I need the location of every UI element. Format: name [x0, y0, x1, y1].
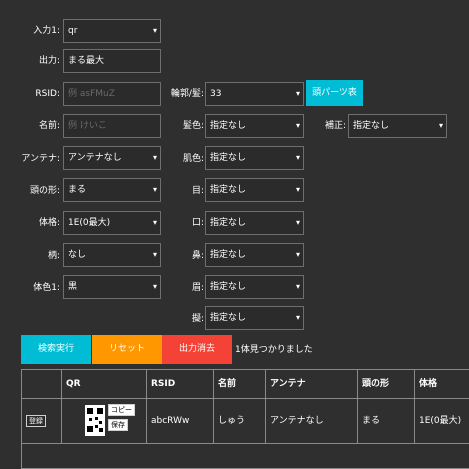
head-shape-value: まる — [68, 185, 87, 195]
correction-label: 補正: — [324, 121, 346, 131]
outline-label: 輪郭/髪: — [170, 89, 204, 99]
name-input[interactable]: 例 けいこ — [63, 114, 161, 138]
qr-actions: コピー 保存 — [108, 404, 135, 431]
skin-color-label: 肌色: — [182, 154, 204, 164]
skin-color-value: 指定なし — [210, 153, 247, 163]
chevron-down-icon: ▾ — [152, 282, 157, 291]
body-label: 体格: — [38, 218, 60, 228]
antenna-value: アンテナなし — [68, 153, 122, 163]
eyebrow-value: 指定なし — [210, 282, 247, 292]
save-button[interactable]: 保存 — [108, 419, 128, 431]
head-parts-button[interactable]: 頭パーツ表 — [306, 80, 363, 106]
outline-select[interactable]: 33 ▾ — [205, 82, 304, 106]
color1-label: 体色1: — [33, 283, 60, 293]
output-field[interactable]: まる最大 — [63, 49, 161, 73]
color1-value: 黒 — [68, 282, 78, 292]
head-shape-select[interactable]: まる ▾ — [63, 178, 161, 202]
nose-label: 鼻: — [191, 251, 204, 261]
chevron-down-icon: ▾ — [152, 185, 157, 194]
table-header-empty — [22, 370, 62, 398]
accessory-value: 指定なし — [210, 313, 247, 323]
input1-select[interactable]: qr ▾ — [63, 19, 161, 43]
body-select[interactable]: 1E(0最大) ▾ — [63, 211, 161, 235]
chevron-down-icon: ▾ — [295, 89, 300, 98]
antenna-label: アンテナ: — [21, 154, 60, 164]
table-header-name: 名前 — [214, 370, 266, 398]
output-label: 出力: — [38, 56, 60, 66]
search-button[interactable]: 検索実行 — [21, 335, 91, 364]
accessory-label: 擬: — [191, 314, 204, 324]
chevron-down-icon: ▾ — [152, 153, 157, 162]
results-table: QR RSID 名前 アンテナ 頭の形 体格 登録 コピー 保存 abcRWw … — [21, 369, 469, 469]
pattern-value: なし — [68, 250, 87, 260]
eyebrow-select[interactable]: 指定なし ▾ — [205, 275, 304, 299]
rsid-label: RSID: — [35, 89, 60, 99]
table-cell-register: 登録 — [22, 399, 62, 443]
chevron-down-icon: ▾ — [295, 282, 300, 291]
eye-label: 目: — [191, 186, 204, 196]
result-status: 1体見つかりました — [235, 345, 313, 355]
skin-color-select[interactable]: 指定なし ▾ — [205, 146, 304, 170]
table-cell-qr: コピー 保存 — [62, 399, 147, 443]
nose-value: 指定なし — [210, 250, 247, 260]
table-cell-rsid: abcRWw — [147, 399, 214, 443]
chevron-down-icon: ▾ — [152, 218, 157, 227]
qr-code-image — [85, 405, 105, 436]
chevron-down-icon: ▾ — [438, 121, 443, 130]
head-shape-label: 頭の形: — [29, 186, 60, 196]
table-cell-antenna: アンテナなし — [266, 399, 358, 443]
outline-value: 33 — [210, 89, 222, 99]
hair-color-select[interactable]: 指定なし ▾ — [205, 114, 304, 138]
accessory-select[interactable]: 指定なし ▾ — [205, 306, 304, 330]
copy-button[interactable]: コピー — [108, 404, 135, 416]
name-label: 名前: — [38, 121, 60, 131]
eye-value: 指定なし — [210, 185, 247, 195]
name-placeholder: 例 けいこ — [68, 121, 107, 131]
correction-value: 指定なし — [353, 121, 390, 131]
eyebrow-label: 眉: — [191, 283, 204, 293]
output-value: まる最大 — [68, 56, 105, 66]
hair-color-value: 指定なし — [210, 121, 247, 131]
table-cell-head: まる — [358, 399, 415, 443]
mouth-select[interactable]: 指定なし ▾ — [205, 211, 304, 235]
rsid-placeholder: 例 asFMuZ — [68, 89, 115, 99]
table-cell-name: しゅう — [214, 399, 266, 443]
table-header-qr: QR — [62, 370, 147, 398]
nose-select[interactable]: 指定なし ▾ — [205, 243, 304, 267]
body-value: 1E(0最大) — [68, 218, 111, 228]
input1-label: 入力1: — [33, 26, 60, 36]
rsid-input[interactable]: 例 asFMuZ — [63, 82, 161, 106]
chevron-down-icon: ▾ — [295, 218, 300, 227]
input1-value: qr — [68, 26, 78, 36]
reset-button[interactable]: リセット — [92, 335, 162, 364]
table-header-head: 頭の形 — [358, 370, 415, 398]
color1-select[interactable]: 黒 ▾ — [63, 275, 161, 299]
pattern-label: 柄: — [47, 251, 60, 261]
chevron-down-icon: ▾ — [152, 250, 157, 259]
table-divider — [22, 443, 469, 444]
eye-select[interactable]: 指定なし ▾ — [205, 178, 304, 202]
table-header-body: 体格 — [419, 379, 438, 389]
table-header-antenna: アンテナ — [266, 370, 358, 398]
hair-color-label: 髪色: — [182, 121, 204, 131]
chevron-down-icon: ▾ — [295, 250, 300, 259]
table-header-rsid: RSID — [147, 370, 214, 398]
mouth-value: 指定なし — [210, 218, 247, 228]
mouth-label: 口: — [191, 218, 204, 228]
correction-select[interactable]: 指定なし ▾ — [348, 114, 447, 138]
table-cell-body: 1E(0最大) — [419, 416, 462, 426]
antenna-select[interactable]: アンテナなし ▾ — [63, 146, 161, 170]
chevron-down-icon: ▾ — [295, 153, 300, 162]
chevron-down-icon: ▾ — [295, 185, 300, 194]
chevron-down-icon: ▾ — [152, 26, 157, 35]
clear-output-button[interactable]: 出力消去 — [162, 335, 232, 364]
register-button[interactable]: 登録 — [26, 415, 46, 427]
pattern-select[interactable]: なし ▾ — [63, 243, 161, 267]
chevron-down-icon: ▾ — [295, 313, 300, 322]
